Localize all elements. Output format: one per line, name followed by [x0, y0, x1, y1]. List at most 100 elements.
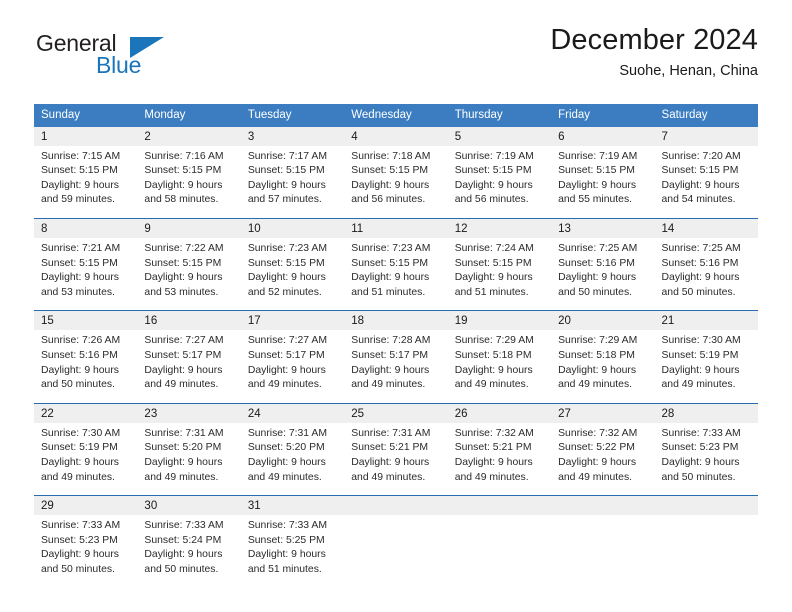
calendar-table: Sunday Monday Tuesday Wednesday Thursday…	[34, 104, 758, 588]
day-number: 16	[137, 311, 241, 331]
calendar-day-cell[interactable]: 30 Sunrise: 7:33 AM Sunset: 5:24 PM Dayl…	[137, 495, 241, 588]
day-number: 11	[344, 219, 448, 239]
title-block: December 2024 Suohe, Henan, China	[550, 24, 758, 80]
weekday-header-monday: Monday	[137, 104, 241, 127]
day-details: Sunrise: 7:21 AM Sunset: 5:15 PM Dayligh…	[34, 238, 137, 310]
daylight-text-line1: Daylight: 9 hours	[454, 364, 533, 376]
daylight-text-line2: and 50 minutes.	[558, 286, 633, 298]
weekday-header-tuesday: Tuesday	[240, 104, 345, 127]
calendar-day-cell[interactable]: 19 Sunrise: 7:29 AM Sunset: 5:18 PM Dayl…	[447, 310, 552, 404]
sunrise-text: Sunrise: 7:28 AM	[351, 335, 431, 347]
calendar-day-cell[interactable]: 24 Sunrise: 7:31 AM Sunset: 5:20 PM Dayl…	[240, 402, 345, 496]
day-details: Sunrise: 7:33 AM Sunset: 5:25 PM Dayligh…	[241, 515, 344, 587]
day-number: 30	[137, 496, 241, 516]
sunset-text: Sunset: 5:21 PM	[454, 442, 532, 454]
calendar-day-cell[interactable]: 1 Sunrise: 7:15 AM Sunset: 5:15 PM Dayli…	[34, 126, 138, 219]
calendar-day-cell[interactable]: 20 Sunrise: 7:29 AM Sunset: 5:18 PM Dayl…	[551, 310, 655, 404]
daylight-text-line2: and 49 minutes.	[247, 379, 322, 391]
calendar-day-cell[interactable]: 26 Sunrise: 7:32 AM Sunset: 5:21 PM Dayl…	[447, 402, 552, 496]
calendar-week-row: 8 Sunrise: 7:21 AM Sunset: 5:15 PM Dayli…	[34, 218, 758, 311]
calendar-day-cell[interactable]: 10 Sunrise: 7:23 AM Sunset: 5:15 PM Dayl…	[240, 218, 345, 311]
sunset-text: Sunset: 5:15 PM	[558, 165, 635, 177]
sunrise-text: Sunrise: 7:27 AM	[247, 335, 327, 347]
day-number	[654, 496, 758, 516]
day-details: Sunrise: 7:23 AM Sunset: 5:15 PM Dayligh…	[241, 238, 344, 310]
daylight-text-line2: and 49 minutes.	[454, 471, 529, 483]
day-number: 8	[34, 219, 138, 239]
day-number: 23	[137, 403, 241, 423]
day-details	[448, 515, 551, 578]
daylight-text-line1: Daylight: 9 hours	[41, 549, 119, 561]
day-number: 29	[34, 496, 138, 516]
sunset-text: Sunset: 5:21 PM	[351, 442, 429, 454]
sunrise-text: Sunrise: 7:31 AM	[247, 427, 327, 439]
sunrise-text: Sunrise: 7:21 AM	[41, 243, 121, 255]
sunrise-text: Sunrise: 7:18 AM	[351, 150, 431, 162]
daylight-text-line2: and 51 minutes.	[454, 286, 529, 298]
calendar-day-cell[interactable]: 22 Sunrise: 7:30 AM Sunset: 5:19 PM Dayl…	[34, 402, 138, 496]
calendar-day-cell[interactable]: 12 Sunrise: 7:24 AM Sunset: 5:15 PM Dayl…	[447, 218, 552, 311]
day-details: Sunrise: 7:17 AM Sunset: 5:15 PM Dayligh…	[241, 146, 344, 218]
daylight-text-line1: Daylight: 9 hours	[247, 456, 326, 468]
calendar-day-cell[interactable]: 8 Sunrise: 7:21 AM Sunset: 5:15 PM Dayli…	[34, 218, 138, 311]
daylight-text-line2: and 56 minutes.	[351, 194, 426, 206]
sunset-text: Sunset: 5:15 PM	[454, 257, 532, 269]
daylight-text-line2: and 50 minutes.	[41, 379, 115, 391]
sunset-text: Sunset: 5:15 PM	[144, 257, 222, 269]
sunrise-text: Sunrise: 7:27 AM	[144, 335, 224, 347]
sunrise-text: Sunrise: 7:33 AM	[247, 520, 327, 532]
daylight-text-line2: and 55 minutes.	[558, 194, 633, 206]
day-details: Sunrise: 7:33 AM Sunset: 5:23 PM Dayligh…	[655, 423, 758, 495]
calendar-day-cell[interactable]: 21 Sunrise: 7:30 AM Sunset: 5:19 PM Dayl…	[654, 310, 758, 404]
calendar-day-cell[interactable]: 2 Sunrise: 7:16 AM Sunset: 5:15 PM Dayli…	[137, 126, 241, 219]
day-details: Sunrise: 7:19 AM Sunset: 5:15 PM Dayligh…	[551, 146, 654, 218]
calendar-day-cell[interactable]: 11 Sunrise: 7:23 AM Sunset: 5:15 PM Dayl…	[344, 218, 448, 311]
day-details: Sunrise: 7:22 AM Sunset: 5:15 PM Dayligh…	[137, 238, 240, 310]
daylight-text-line2: and 51 minutes.	[247, 563, 322, 575]
sunrise-text: Sunrise: 7:30 AM	[661, 335, 741, 347]
day-number	[344, 496, 448, 516]
weekday-header-wednesday: Wednesday	[344, 104, 448, 127]
day-details	[551, 515, 654, 578]
daylight-text-line1: Daylight: 9 hours	[454, 272, 533, 284]
day-number: 24	[240, 403, 345, 423]
calendar-day-cell[interactable]: 25 Sunrise: 7:31 AM Sunset: 5:21 PM Dayl…	[344, 402, 448, 496]
calendar-day-cell[interactable]: 16 Sunrise: 7:27 AM Sunset: 5:17 PM Dayl…	[137, 310, 241, 404]
calendar-day-cell[interactable]: 29 Sunrise: 7:33 AM Sunset: 5:23 PM Dayl…	[34, 495, 138, 588]
daylight-text-line2: and 49 minutes.	[144, 379, 219, 391]
calendar-day-cell[interactable]: 9 Sunrise: 7:22 AM Sunset: 5:15 PM Dayli…	[137, 218, 241, 311]
day-number: 19	[447, 311, 552, 331]
sunrise-text: Sunrise: 7:25 AM	[558, 243, 638, 255]
day-number: 17	[240, 311, 345, 331]
calendar-day-cell[interactable]: 17 Sunrise: 7:27 AM Sunset: 5:17 PM Dayl…	[240, 310, 345, 404]
day-details: Sunrise: 7:25 AM Sunset: 5:16 PM Dayligh…	[551, 238, 654, 310]
calendar-day-cell[interactable]: 27 Sunrise: 7:32 AM Sunset: 5:22 PM Dayl…	[551, 402, 655, 496]
page-title: December 2024	[550, 24, 758, 56]
day-details: Sunrise: 7:15 AM Sunset: 5:15 PM Dayligh…	[34, 146, 137, 218]
sunrise-text: Sunrise: 7:30 AM	[41, 427, 121, 439]
daylight-text-line1: Daylight: 9 hours	[558, 364, 637, 376]
calendar-day-cell[interactable]: 7 Sunrise: 7:20 AM Sunset: 5:15 PM Dayli…	[654, 126, 758, 219]
calendar-day-cell[interactable]: 6 Sunrise: 7:19 AM Sunset: 5:15 PM Dayli…	[551, 126, 655, 219]
calendar-day-cell[interactable]: 23 Sunrise: 7:31 AM Sunset: 5:20 PM Dayl…	[137, 402, 241, 496]
day-number: 15	[34, 311, 138, 331]
calendar-day-cell[interactable]: 3 Sunrise: 7:17 AM Sunset: 5:15 PM Dayli…	[240, 126, 345, 219]
day-details	[655, 515, 758, 578]
calendar-day-cell[interactable]: 14 Sunrise: 7:25 AM Sunset: 5:16 PM Dayl…	[654, 218, 758, 311]
calendar-day-cell[interactable]: 4 Sunrise: 7:18 AM Sunset: 5:15 PM Dayli…	[344, 126, 448, 219]
calendar-day-cell[interactable]: 28 Sunrise: 7:33 AM Sunset: 5:23 PM Dayl…	[654, 402, 758, 496]
calendar-day-cell[interactable]: 31 Sunrise: 7:33 AM Sunset: 5:25 PM Dayl…	[240, 495, 345, 588]
daylight-text-line2: and 53 minutes.	[144, 286, 219, 298]
daylight-text-line1: Daylight: 9 hours	[247, 272, 326, 284]
calendar-day-cell[interactable]: 5 Sunrise: 7:19 AM Sunset: 5:15 PM Dayli…	[447, 126, 552, 219]
daylight-text-line1: Daylight: 9 hours	[144, 549, 223, 561]
daylight-text-line1: Daylight: 9 hours	[144, 364, 223, 376]
daylight-text-line2: and 51 minutes.	[351, 286, 426, 298]
sunset-text: Sunset: 5:25 PM	[247, 534, 325, 546]
daylight-text-line2: and 49 minutes.	[558, 379, 633, 391]
sunrise-text: Sunrise: 7:31 AM	[144, 427, 224, 439]
calendar-day-cell[interactable]: 13 Sunrise: 7:25 AM Sunset: 5:16 PM Dayl…	[551, 218, 655, 311]
daylight-text-line1: Daylight: 9 hours	[144, 456, 223, 468]
calendar-day-cell[interactable]: 15 Sunrise: 7:26 AM Sunset: 5:16 PM Dayl…	[34, 310, 138, 404]
calendar-day-cell[interactable]: 18 Sunrise: 7:28 AM Sunset: 5:17 PM Dayl…	[344, 310, 448, 404]
